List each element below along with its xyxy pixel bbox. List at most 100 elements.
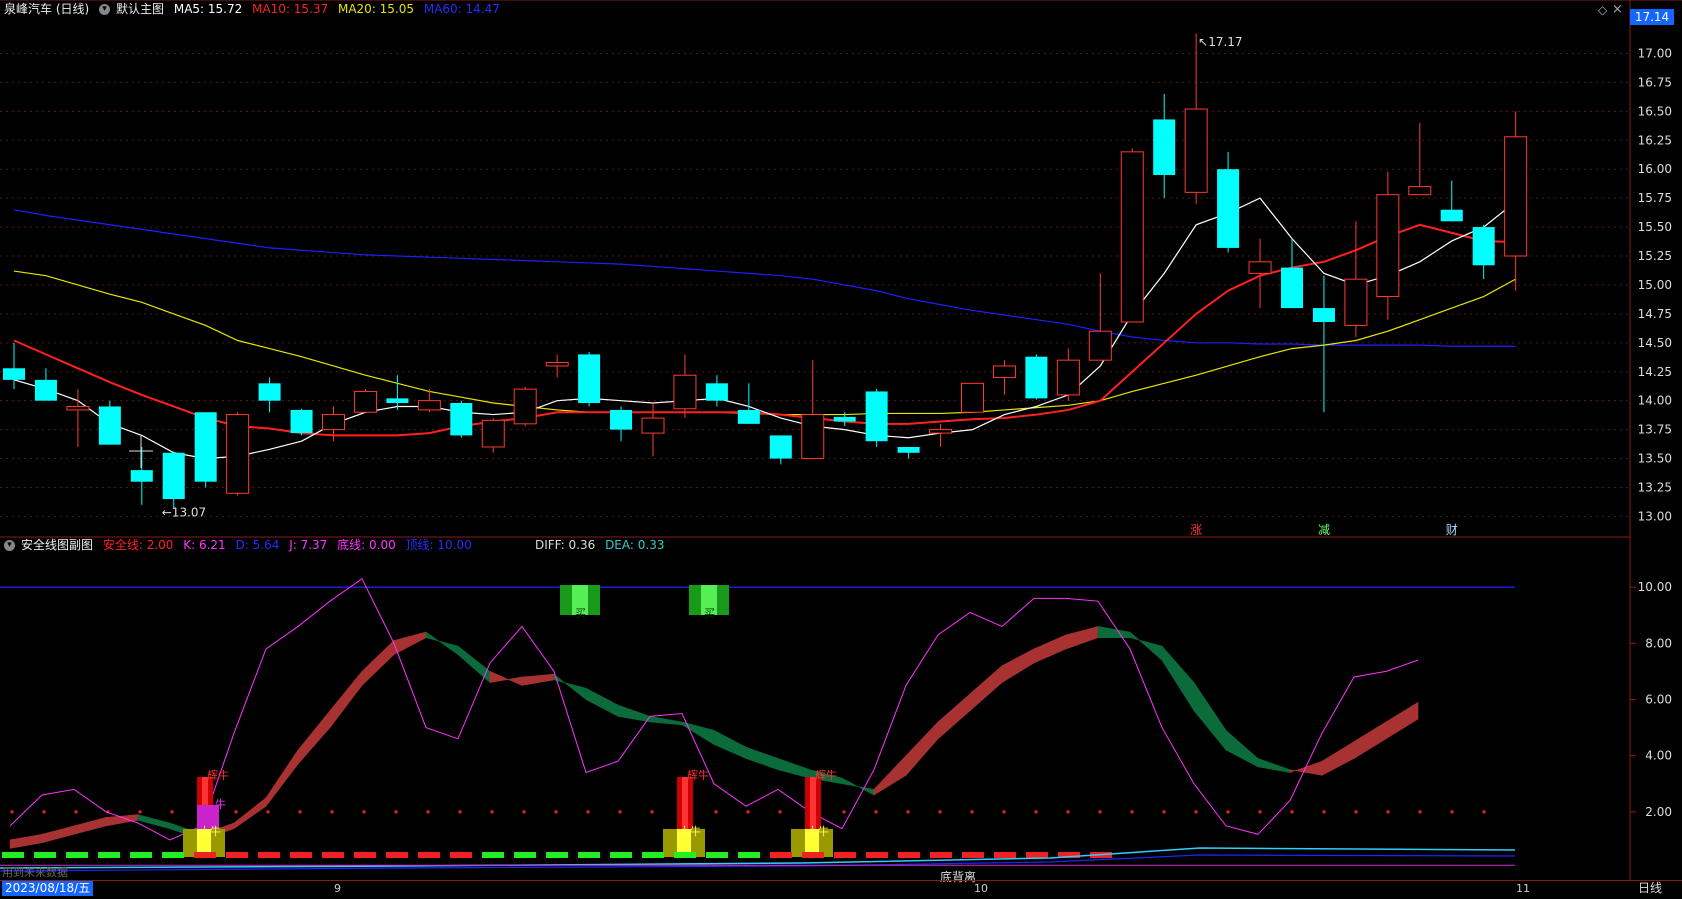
safe-line-dot [618, 810, 622, 814]
trend-dash [34, 852, 56, 858]
safe-line-dot [842, 810, 846, 814]
candle-body [194, 412, 217, 482]
candle-body [1281, 267, 1303, 309]
candle-body [1376, 194, 1400, 298]
current-price-tag: 17.14 [1630, 9, 1674, 25]
trend-dash [1026, 852, 1048, 858]
candle [194, 412, 217, 488]
ribbon-segment [1001, 648, 1035, 684]
candle [1408, 122, 1432, 196]
price-tick: 16.00 [1638, 162, 1672, 176]
ribbon-segment [1161, 645, 1195, 712]
candle [641, 403, 665, 457]
trend-dash [386, 852, 408, 858]
safe-line-dot [1194, 810, 1198, 814]
ribbon-segment [1129, 631, 1163, 661]
sub-tick: 2.00 [1645, 805, 1672, 819]
buy-signal: 买 [689, 585, 729, 620]
safe-line-dot [1290, 810, 1294, 814]
safe-line-dot [1098, 810, 1102, 814]
candle-body [801, 414, 825, 460]
trend-dash [194, 852, 216, 858]
template-name[interactable]: 默认主图 [116, 2, 164, 16]
price-tick: 15.00 [1638, 278, 1672, 292]
price-tick: 13.00 [1638, 509, 1672, 523]
trend-dash [450, 852, 472, 858]
candle [98, 400, 121, 445]
trend-dash [130, 852, 152, 858]
d-value: D: 5.64 [235, 538, 280, 552]
candle [801, 360, 825, 460]
top-line-value: 顶线: 10.00 [405, 538, 472, 552]
safe-line-value: 安全线: 2.00 [102, 538, 174, 552]
price-tick: 16.25 [1638, 133, 1672, 147]
candle-body [1025, 356, 1048, 399]
sub-indicator-name[interactable]: 安全线图副图 [21, 538, 93, 552]
big-bull-label: 大牛 [807, 824, 829, 838]
ma5-value: MA5: 15.72 [173, 2, 243, 16]
safe-line-dot [1034, 810, 1038, 814]
bull-mid-label: 牛 [215, 797, 226, 811]
bottom-line-value: 底线: 0.00 [337, 538, 396, 552]
safe-line-dot [458, 810, 462, 814]
candle [1440, 180, 1463, 222]
macd-header: DIFF: 0.36 DEA: 0.33 [535, 537, 670, 553]
candle [34, 368, 57, 401]
candle [290, 408, 313, 436]
template-chevron-icon[interactable]: ▾ [99, 4, 111, 15]
safe-line-dot [1450, 810, 1454, 814]
x-tick-nov: 11 [1516, 882, 1530, 895]
ribbon-segment [105, 814, 139, 827]
sub-chevron-icon[interactable]: ▾ [4, 540, 15, 551]
ribbon-segment [41, 825, 75, 844]
price-tick: 13.50 [1638, 452, 1672, 466]
diff-value: DIFF: 0.36 [535, 538, 596, 552]
candle [162, 451, 185, 509]
candle [513, 386, 537, 427]
close-icon[interactable]: × [1612, 2, 1623, 17]
price-tick: 14.50 [1638, 336, 1672, 350]
safe-line-dot [1130, 810, 1134, 814]
safe-line-dot [1418, 810, 1422, 814]
k-value: K: 6.21 [183, 538, 226, 552]
candle [1153, 93, 1176, 199]
bull-signal: 辉牛大牛 [663, 768, 709, 857]
trend-dash [418, 852, 440, 858]
ribbon-segment [137, 814, 171, 830]
ribbon-segment [969, 665, 1003, 712]
bull-top-label: 辉牛 [207, 768, 229, 782]
sub-tick: 10.00 [1638, 580, 1672, 594]
trend-dash [674, 852, 696, 858]
candle-body [737, 409, 760, 424]
candle-body [290, 409, 313, 434]
safe-line-dot [1226, 810, 1230, 814]
candle-body [865, 391, 888, 442]
safe-line-dot [1162, 810, 1166, 814]
candle-body [353, 390, 377, 413]
safe-line-dot [522, 810, 526, 814]
candle-body [417, 400, 441, 411]
safe-line-dot [1482, 810, 1486, 814]
candle-body [1217, 169, 1240, 248]
candle-body [162, 452, 185, 500]
ribbon-segment [681, 721, 715, 745]
trend-dash [482, 852, 504, 858]
ribbon-segment [1257, 758, 1291, 773]
candle-body [897, 446, 920, 453]
ribbon-segment [617, 704, 651, 723]
time-axis [0, 880, 1682, 899]
ribbon-segment [841, 777, 875, 796]
ribbon-segment [1097, 626, 1131, 638]
ribbon-segment [521, 673, 555, 686]
candle [1120, 148, 1144, 323]
ribbon-segment [777, 758, 811, 779]
diamond-icon[interactable]: ◇ [1598, 3, 1607, 17]
safe-line-dot [490, 810, 494, 814]
stock-title[interactable]: 泉峰汽车 (日线) [4, 2, 89, 16]
candle-body [1153, 119, 1176, 175]
period-button[interactable]: 日线 [1638, 881, 1662, 896]
candle-body [34, 379, 57, 401]
main-grid: 17.00 16.75 16.50 16.25 16.00 15.75 15.50 15.25… [0, 46, 1672, 523]
bull-signal: 辉牛大牛 [791, 768, 837, 857]
price-tick: 15.25 [1638, 249, 1672, 263]
